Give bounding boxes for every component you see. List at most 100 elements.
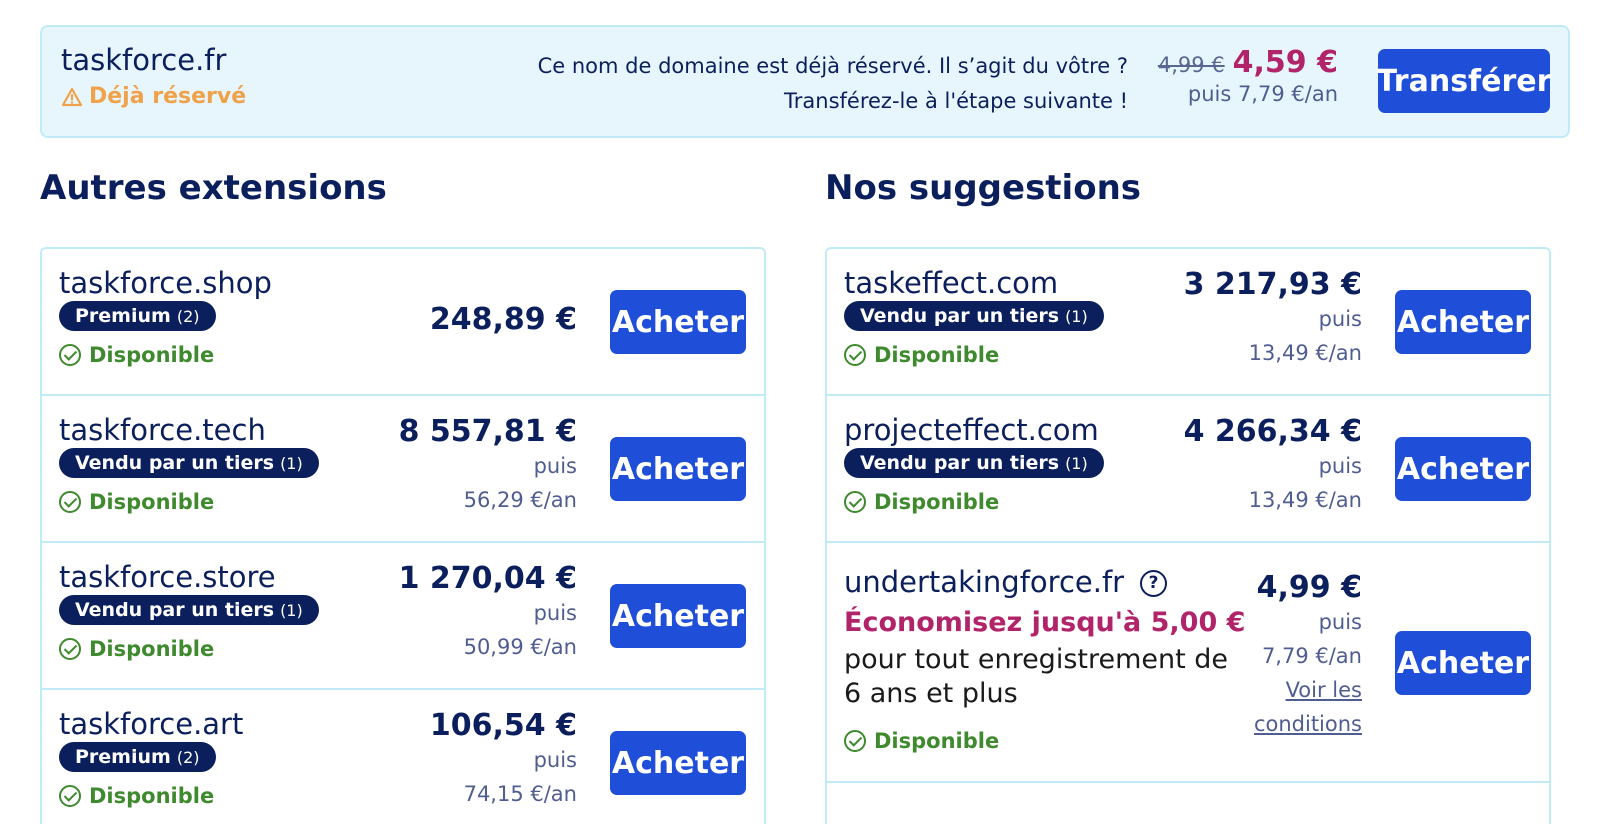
third-party-badge: Vendu par un tiers (1): [844, 448, 1104, 478]
check-circle-icon: [844, 344, 866, 366]
availability-label: Disponible: [89, 343, 215, 367]
price: 106,54 €: [429, 708, 577, 743]
list-item: taskforce.store Vendu par un tiers (1) Di…: [42, 543, 764, 690]
savings-description: pour tout enregistrement de 6 ans et plu…: [844, 644, 1229, 709]
reserved-status-label: Déjà réservé: [89, 84, 247, 109]
badge-label: Premium: [75, 305, 171, 327]
domain-name: taskforce.shop: [59, 266, 272, 300]
renewal-price: 13,49 €/an: [1248, 341, 1362, 365]
question-circle-icon[interactable]: ?: [1140, 569, 1168, 597]
domain-name: taskforce.art: [59, 707, 244, 741]
banner-message-line2: Transférez-le à l'étape suivante !: [784, 89, 1128, 113]
price: 1 270,04 €: [398, 561, 577, 596]
conditions-link-line2: conditions: [1253, 712, 1362, 736]
availability: Disponible: [844, 729, 999, 753]
conditions-link[interactable]: Voir les conditions: [1254, 673, 1362, 741]
suggestions-list: taskeffect.com Vendu par un tiers (1) Dis…: [825, 247, 1551, 824]
availability: Disponible: [59, 637, 214, 661]
availability-label: Disponible: [89, 637, 215, 661]
domain-name: projecteffect.com: [844, 413, 1099, 447]
transfer-button[interactable]: Transférer: [1377, 49, 1551, 113]
domain-name: taskforce.tech: [59, 413, 266, 447]
check-circle-icon: [59, 344, 81, 366]
renewal-price: 7,79 €/an: [1261, 644, 1362, 668]
buy-button[interactable]: Acheter: [610, 731, 746, 795]
banner-message-line1: Ce nom de domaine est déjà réservé. Il s…: [537, 54, 1128, 78]
other-extensions-title: Autres extensions: [40, 168, 387, 208]
buy-button[interactable]: Acheter: [1395, 290, 1531, 354]
warning-triangle-icon: [61, 87, 83, 106]
badge-count: (1): [1065, 306, 1088, 326]
badge-count: (1): [280, 600, 303, 620]
badge-count: (2): [176, 747, 200, 767]
savings-promo: Économisez jusqu'à 5,00 €: [844, 607, 1246, 638]
premium-badge: Premium (2): [59, 301, 216, 331]
then-label: puis: [1318, 454, 1362, 478]
then-label: puis: [533, 601, 577, 625]
availability: Disponible: [59, 784, 214, 808]
banner-price: 4,99 € 4,59 € puis 7,79 €/an: [1158, 45, 1338, 106]
check-circle-icon: [59, 638, 81, 660]
price: 8 557,81 €: [398, 414, 577, 449]
badge-count: (1): [280, 453, 303, 473]
badge-count: (1): [1065, 453, 1088, 473]
badge-count: (2): [176, 306, 200, 326]
buy-button[interactable]: Acheter: [610, 437, 746, 501]
then-label: puis: [533, 454, 577, 478]
list-item: taskforce.art Premium (2) Disponible 106,…: [42, 690, 764, 824]
premium-badge: Premium (2): [59, 742, 216, 772]
availability: Disponible: [844, 343, 999, 367]
badge-label: Vendu par un tiers: [75, 599, 275, 621]
then-label: puis: [1318, 610, 1362, 634]
buy-button[interactable]: Acheter: [1395, 437, 1531, 501]
list-item: taskeffect.com Vendu par un tiers (1) Dis…: [827, 249, 1549, 396]
price: 4,99 €: [1256, 570, 1362, 605]
banner-domain-name: taskforce.fr: [61, 43, 227, 77]
list-item: undertakingforce.fr? Économisez jusqu'à …: [827, 543, 1549, 783]
domain-name-row: undertakingforce.fr?: [844, 565, 1168, 599]
list-item: [827, 783, 1549, 824]
price-block: 4,99 € puis 7,79 €/an Voir les condition…: [1254, 570, 1362, 741]
renewal-price: 13,49 €/an: [1248, 488, 1362, 512]
domain-name: undertakingforce.fr: [844, 565, 1125, 599]
list-item: projecteffect.com Vendu par un tiers (1) …: [827, 396, 1549, 543]
availability-label: Disponible: [874, 490, 1000, 514]
renewal-price: 56,29 €/an: [463, 488, 577, 512]
badge-label: Vendu par un tiers: [860, 452, 1060, 474]
price: 248,89 €: [429, 302, 577, 337]
buy-button[interactable]: Acheter: [610, 584, 746, 648]
third-party-badge: Vendu par un tiers (1): [59, 595, 319, 625]
reserved-domain-banner: taskforce.fr Déjà réservé Ce nom de doma…: [40, 25, 1570, 138]
check-circle-icon: [844, 491, 866, 513]
availability-label: Disponible: [89, 490, 215, 514]
price: 4 266,34 €: [1183, 414, 1362, 449]
banner-renewal-price: puis 7,79 €/an: [1187, 82, 1338, 106]
check-circle-icon: [59, 785, 81, 807]
buy-button[interactable]: Acheter: [610, 290, 746, 354]
badge-label: Vendu par un tiers: [860, 305, 1060, 327]
renewal-price: 50,99 €/an: [463, 635, 577, 659]
availability-label: Disponible: [874, 343, 1000, 367]
price-block: 248,89 €: [430, 302, 577, 337]
reserved-status: Déjà réservé: [61, 84, 246, 109]
badge-label: Premium: [75, 746, 171, 768]
check-circle-icon: [844, 730, 866, 752]
domain-name: taskforce.store: [59, 560, 276, 594]
availability: Disponible: [844, 490, 999, 514]
availability-label: Disponible: [89, 784, 215, 808]
other-extensions-list: taskforce.shop Premium (2) Disponible 248…: [40, 247, 766, 824]
third-party-badge: Vendu par un tiers (1): [59, 448, 319, 478]
third-party-badge: Vendu par un tiers (1): [844, 301, 1104, 331]
list-item: taskforce.shop Premium (2) Disponible 248…: [42, 249, 764, 396]
price: 3 217,93 €: [1183, 267, 1362, 302]
buy-button[interactable]: Acheter: [1395, 631, 1531, 695]
price-block: 106,54 € puis 74,15 €/an: [430, 708, 577, 811]
suggestions-title: Nos suggestions: [825, 168, 1142, 208]
domain-name: taskeffect.com: [844, 266, 1059, 300]
banner-new-price: 4,59 €: [1232, 45, 1338, 80]
list-item: taskforce.tech Vendu par un tiers (1) Dis…: [42, 396, 764, 543]
availability-label: Disponible: [874, 729, 1000, 753]
availability: Disponible: [59, 343, 214, 367]
banner-message: Ce nom de domaine est déjà réservé. Il s…: [538, 49, 1128, 119]
conditions-link-line1: Voir les: [1285, 678, 1362, 702]
